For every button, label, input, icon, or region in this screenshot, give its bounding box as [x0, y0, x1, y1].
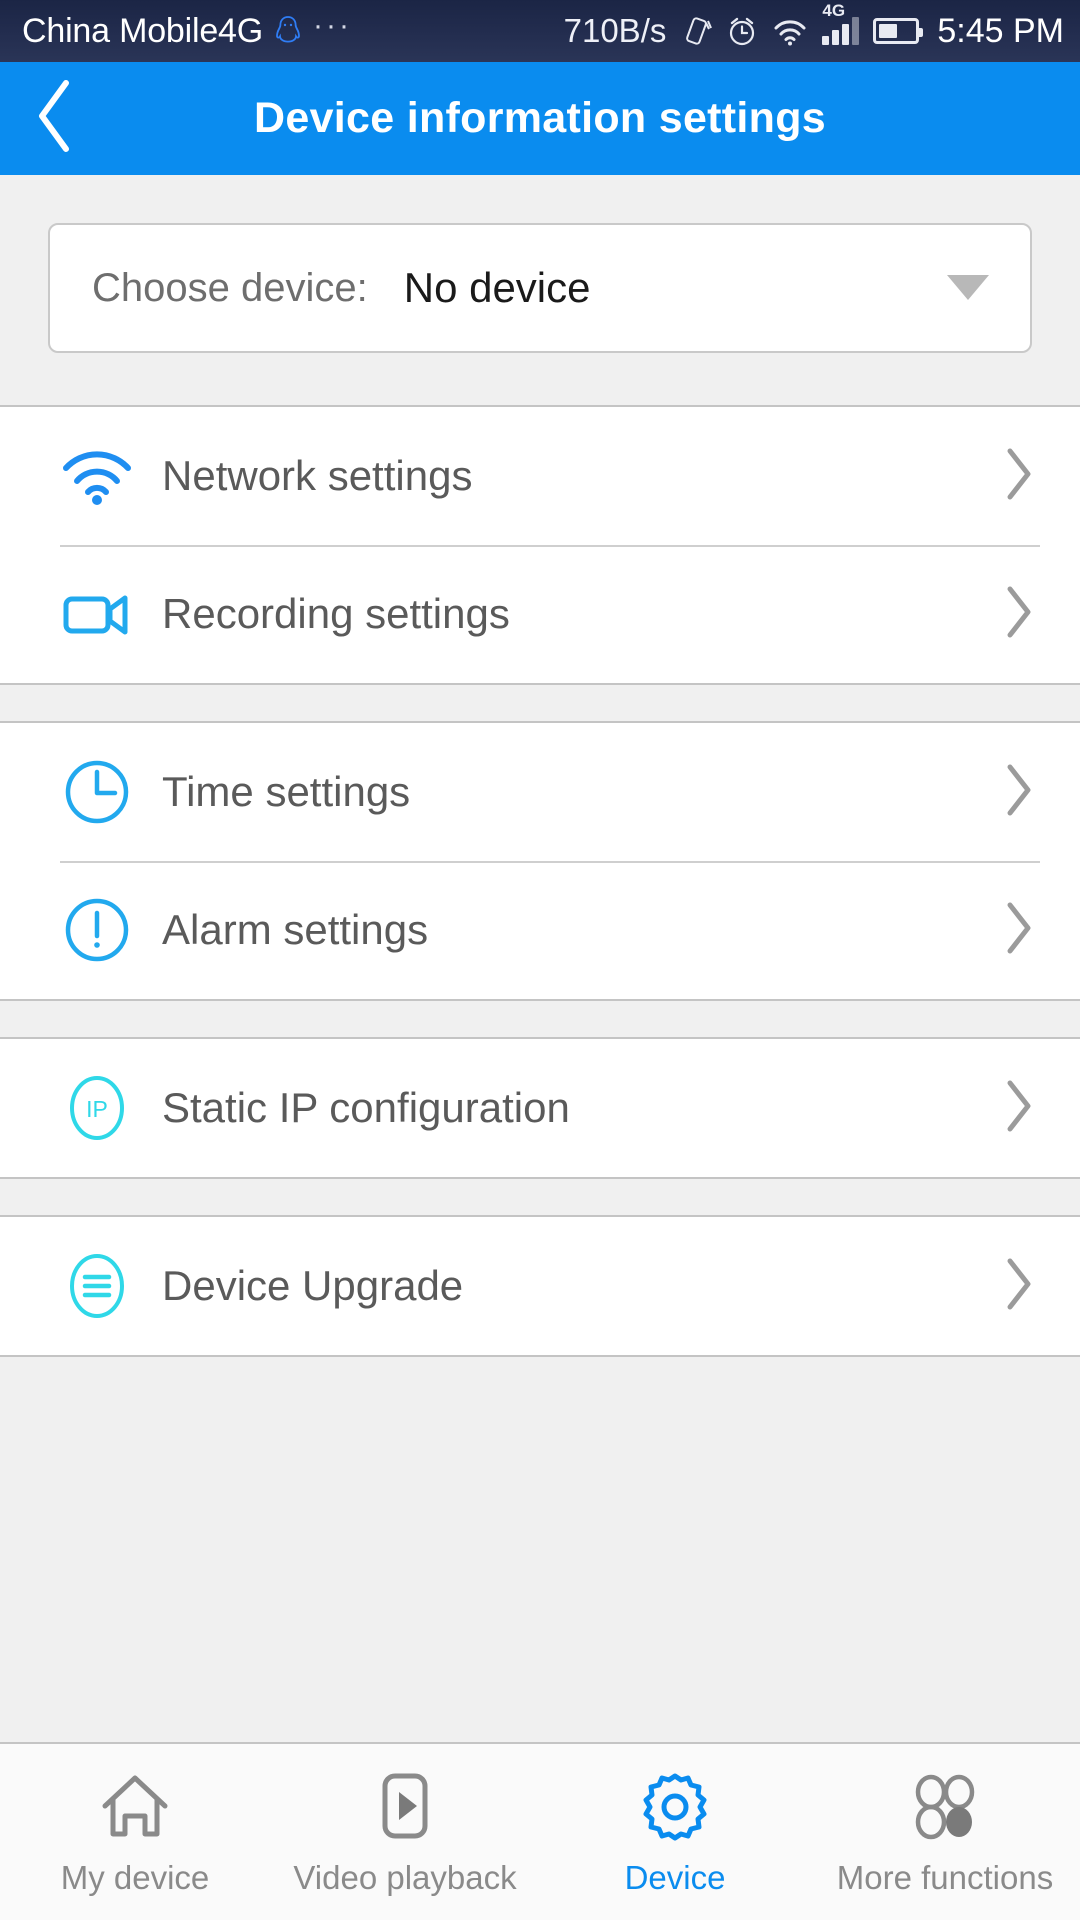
wifi-icon [772, 15, 808, 47]
chevron-right-icon [1002, 445, 1036, 508]
list-item-label: Static IP configuration [162, 1084, 570, 1131]
network-speed-label: 710B/s [563, 12, 667, 49]
bottom-navigation: My device Video playback Device More fun… [0, 1742, 1080, 1920]
nav-item-device[interactable]: Device [540, 1744, 810, 1920]
list-item-label: Alarm settings [162, 906, 429, 953]
wifi-icon [60, 446, 152, 506]
camcorder-icon [60, 587, 152, 641]
page-title: Device information settings [254, 94, 826, 142]
chevron-right-icon [1002, 899, 1036, 962]
choose-device-label: Choose device: [92, 265, 368, 310]
app-screen: China Mobile4G ··· 710B/s 4G 5:45 PM Dev… [0, 0, 1080, 1920]
nav-item-label: My device [60, 1859, 210, 1896]
chevron-right-icon [1002, 583, 1036, 646]
chevron-left-icon [32, 77, 78, 160]
nav-item-my-device[interactable]: My device [0, 1744, 270, 1920]
list-item-device-upgrade[interactable]: Device Upgrade [0, 1217, 1080, 1355]
nav-item-label: More functions [836, 1859, 1054, 1896]
chevron-right-icon [1002, 761, 1036, 824]
nav-item-label: Video playback [293, 1859, 517, 1896]
settings-group-4: Device Upgrade [0, 1215, 1080, 1357]
gear-icon [637, 1767, 713, 1845]
nav-item-video-playback[interactable]: Video playback [270, 1744, 540, 1920]
group-separator [0, 1179, 1080, 1215]
home-icon [95, 1767, 175, 1845]
device-select-section: Choose device: No device [0, 175, 1080, 405]
list-item-alarm-settings[interactable]: Alarm settings [0, 861, 1080, 999]
alarm-clock-icon [726, 15, 758, 47]
list-item-label: Device Upgrade [162, 1262, 464, 1309]
vibrate-icon [682, 15, 713, 47]
settings-group-2: Time settings Alarm settings [0, 721, 1080, 1001]
back-button[interactable] [0, 62, 110, 175]
svg-text:IP: IP [86, 1096, 108, 1122]
play-box-icon [369, 1767, 441, 1845]
nav-item-label: Device [624, 1859, 726, 1896]
status-bar: China Mobile4G ··· 710B/s 4G 5:45 PM [0, 0, 1080, 62]
group-separator [0, 685, 1080, 721]
qq-penguin-icon [275, 15, 301, 47]
status-bar-left: China Mobile4G ··· [22, 9, 352, 51]
carrier-label: China Mobile4G [22, 11, 263, 50]
settings-group-3: IP Static IP configuration [0, 1037, 1080, 1179]
list-item-label: Recording settings [162, 590, 510, 637]
chevron-right-icon [1002, 1255, 1036, 1318]
clock-label: 5:45 PM [937, 11, 1064, 50]
group-separator [0, 1001, 1080, 1037]
overflow-dots-icon: ··· [313, 9, 352, 42]
list-item-time-settings[interactable]: Time settings [0, 723, 1080, 861]
exclamation-circle-icon [60, 893, 152, 967]
ip-circle-icon: IP [60, 1071, 152, 1145]
triangle-down-icon[interactable] [942, 266, 994, 311]
four-circles-icon [907, 1767, 983, 1845]
app-header: Device information settings [0, 62, 1080, 175]
signal-4g-label: 4G [822, 1, 846, 20]
list-item-network-settings[interactable]: Network settings [0, 407, 1080, 545]
chevron-right-icon [1002, 1077, 1036, 1140]
clock-icon [60, 755, 152, 829]
list-circle-icon [60, 1249, 152, 1323]
list-item-recording-settings[interactable]: Recording settings [0, 545, 1080, 683]
choose-device-dropdown[interactable]: Choose device: No device [48, 223, 1032, 353]
choose-device-value: No device [403, 264, 591, 311]
battery-icon [873, 18, 924, 44]
settings-group-1: Network settings Recording settings [0, 405, 1080, 685]
nav-item-more-functions[interactable]: More functions [810, 1744, 1080, 1920]
list-item-label: Network settings [162, 452, 473, 499]
list-item-static-ip-configuration[interactable]: IP Static IP configuration [0, 1039, 1080, 1177]
status-bar-right: 710B/s 4G 5:45 PM [563, 1, 1064, 51]
list-item-label: Time settings [162, 768, 411, 815]
signal-4g-icon: 4G [822, 1, 860, 45]
